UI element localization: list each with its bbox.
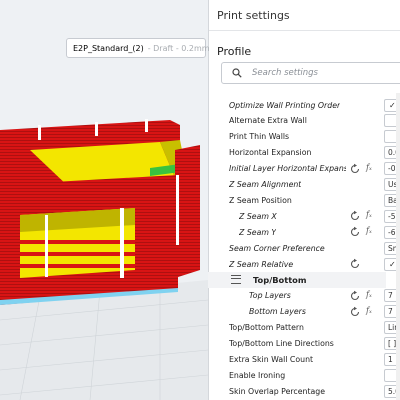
setting-row[interactable]: Top/Bottom PatternLines [208, 320, 400, 336]
setting-row[interactable]: Print Thin Walls [208, 129, 400, 145]
setting-row[interactable]: Z Seam Relative ✓ [208, 256, 400, 272]
setting-label: Initial Layer Horizontal Expansion [229, 164, 346, 174]
function-icon[interactable]: fₓ [366, 290, 378, 302]
setting-row[interactable]: Top Layers fₓ 7 [208, 288, 400, 304]
setting-row[interactable]: Enable Ironing [208, 367, 400, 383]
setting-label: Alternate Extra Wall [229, 116, 307, 126]
setting-label: Z Seam X [239, 211, 277, 221]
setting-label: Top Layers [249, 291, 291, 301]
settings-scrollbar[interactable] [396, 93, 400, 400]
reset-icon[interactable] [349, 210, 361, 222]
setting-row[interactable]: Horizontal Expansion 0.0 [208, 145, 400, 161]
profile-suffix: - Draft - 0.2mm [147, 43, 210, 53]
setting-label: Optimize Wall Printing Order [229, 100, 341, 110]
setting-row[interactable]: Skin Overlap Percentage 5.0 [208, 383, 400, 399]
setting-row[interactable]: Seam Corner PreferenceSmart [208, 240, 400, 256]
panel-title: Print settings [209, 0, 400, 31]
profile-row: Profile [209, 37, 400, 65]
setting-row[interactable]: Extra Skin Wall Count 1 [208, 351, 400, 367]
search-icon [228, 64, 246, 82]
reset-icon[interactable] [349, 163, 361, 175]
function-icon[interactable]: fₓ [366, 226, 378, 238]
function-icon[interactable]: fₓ [366, 306, 378, 318]
section-label: Top/Bottom [253, 274, 307, 285]
section-list-icon-bar [231, 277, 241, 280]
reset-icon[interactable] [349, 258, 361, 270]
setting-label: Print Thin Walls [229, 132, 290, 142]
reset-icon[interactable] [349, 306, 361, 318]
setting-label: Extra Skin Wall Count [229, 354, 314, 364]
section-list-icon [231, 274, 241, 284]
setting-row[interactable]: Z Seam Xfₓ-5.0 [208, 208, 400, 224]
setting-row[interactable]: Bottom Layers fₓ 7 [208, 304, 400, 320]
profile-dropdown[interactable]: E2P_Standard_(2) - Draft - 0.2mm [66, 38, 210, 58]
settings-list[interactable]: Optimize Wall Printing Order ✓ Alternate E… [208, 93, 400, 400]
setting-label: Top/Bottom Pattern [229, 323, 304, 333]
profile-value: E2P_Standard_(2) [73, 43, 144, 53]
profile-label: Profile [217, 44, 252, 58]
setting-label: Z Seam Y [239, 227, 277, 237]
setting-label: Z Seam Alignment [229, 180, 302, 189]
setting-label: Bottom Layers [249, 307, 306, 317]
section-header-top-bottom[interactable]: Top/Bottom [208, 271, 386, 288]
setting-row[interactable]: Z Seam PositionBack [208, 192, 400, 208]
setting-row[interactable]: Top/Bottom Line Directions[ ] [208, 336, 400, 352]
setting-label: Z Seam Position [229, 195, 292, 205]
search-placeholder: Search settings [252, 68, 318, 78]
reset-icon[interactable] [349, 290, 361, 302]
setting-row[interactable]: Z Seam AlignmentUser [208, 177, 400, 193]
function-icon[interactable]: fₓ [366, 163, 378, 175]
setting-label: Seam Corner Preference [229, 243, 325, 253]
model-preview [0, 119, 208, 400]
setting-label: Skin Overlap Percentage [229, 386, 326, 396]
setting-label: Z Seam Relative [229, 259, 294, 269]
reset-icon[interactable] [349, 226, 361, 238]
setting-label: Horizontal Expansion [229, 148, 312, 158]
search-input[interactable]: Search settings [221, 62, 400, 84]
setting-row[interactable]: Initial Layer Horizontal Expansionfₓ-0.0… [208, 161, 400, 177]
setting-row[interactable]: Optimize Wall Printing Order ✓ [208, 97, 400, 113]
setting-row[interactable]: Z Seam Yfₓ-60.0 [208, 224, 400, 240]
function-icon[interactable]: fₓ [366, 210, 378, 222]
setting-row[interactable]: Alternate Extra Wall [208, 113, 400, 129]
setting-label: Top/Bottom Line Directions [229, 339, 334, 348]
setting-label: Enable Ironing [229, 370, 286, 380]
3d-viewport[interactable] [0, 0, 208, 400]
